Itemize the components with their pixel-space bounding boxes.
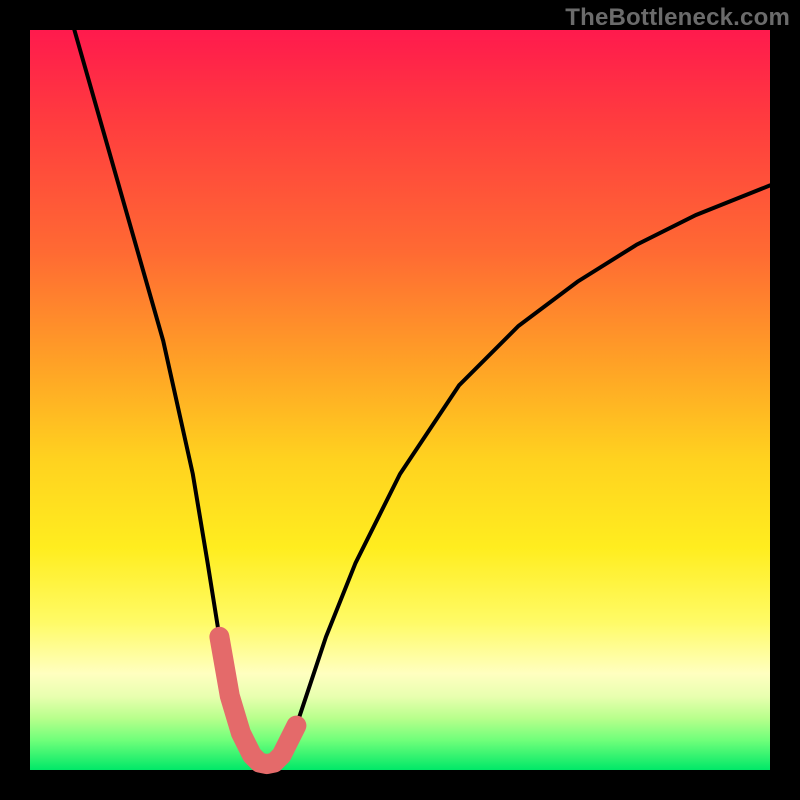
plot-area <box>30 30 770 770</box>
chart-frame: TheBottleneck.com <box>0 0 800 800</box>
highlight-marker <box>210 628 228 646</box>
bottleneck-curve <box>74 30 770 764</box>
curve-layer <box>30 30 770 770</box>
highlight-segment <box>219 637 296 764</box>
watermark-text: TheBottleneck.com <box>565 4 790 32</box>
highlight-marker <box>287 717 305 735</box>
